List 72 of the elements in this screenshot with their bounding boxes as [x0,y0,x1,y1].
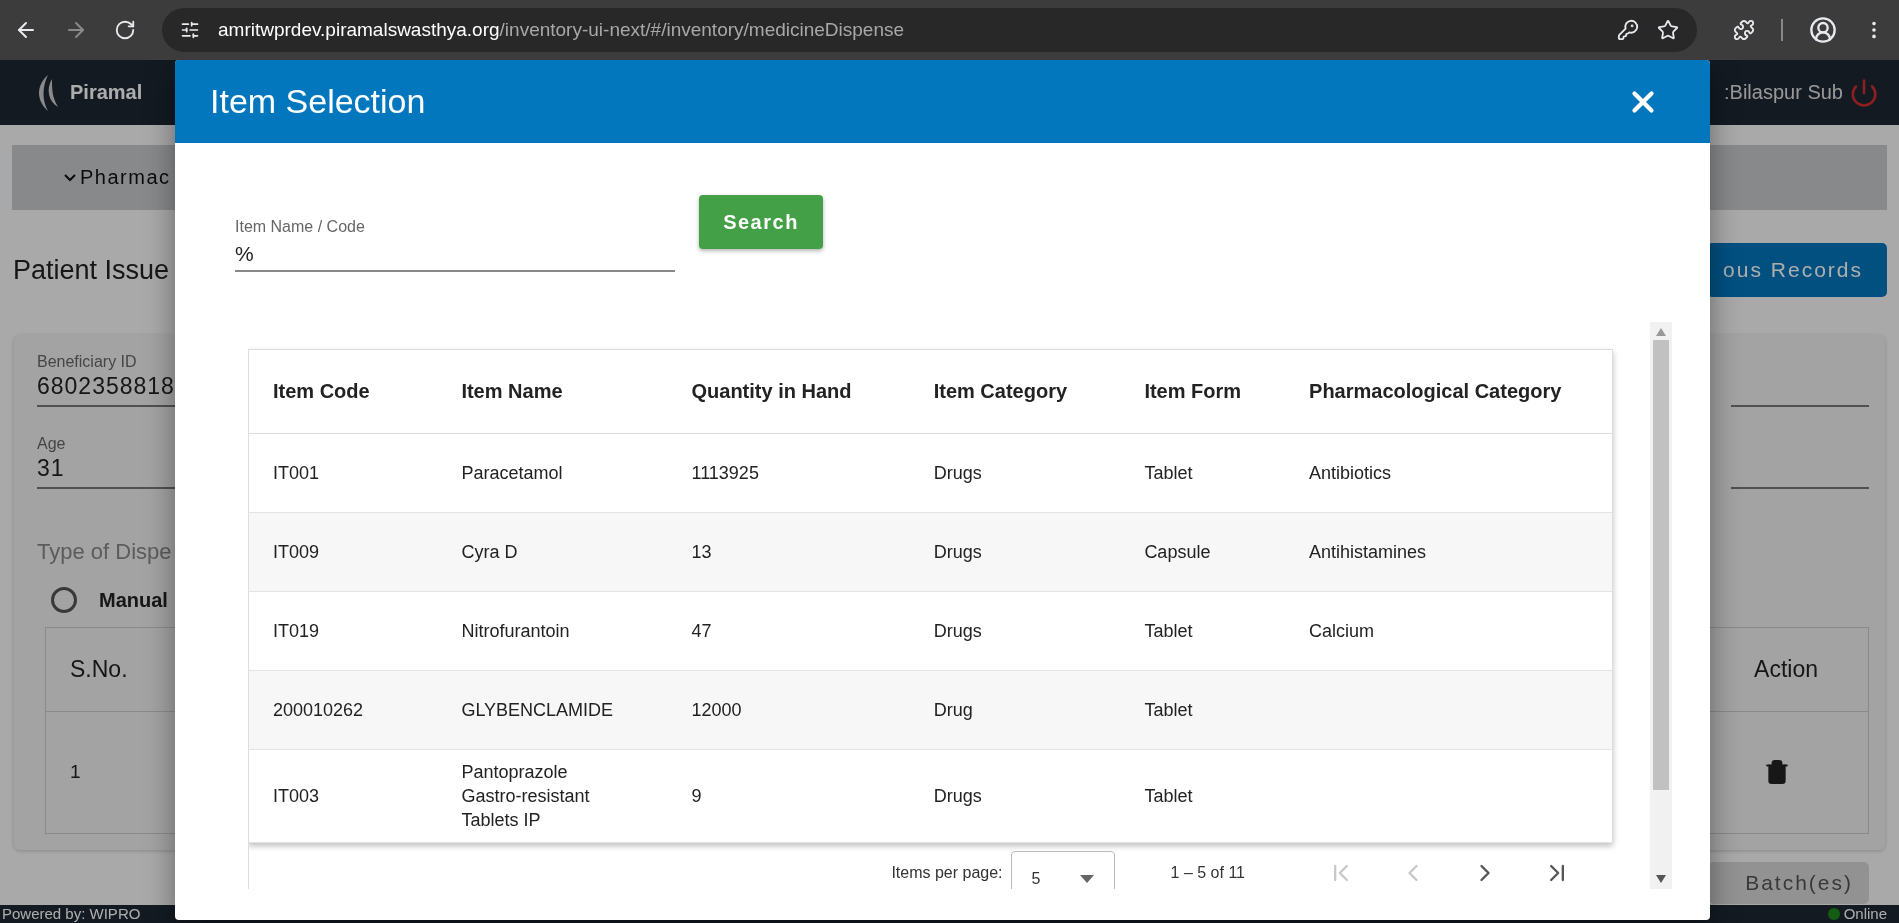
extensions-icon[interactable] [1733,19,1755,41]
table-cell: 13 [667,512,910,592]
url-text: amritwprdev.piramalswasthya.org/inventory-ui-next/#/inventory/medicineDispense [218,19,905,41]
table-row[interactable]: IT001 Paracetamol 1113925 Drugs Tablet Antibiotics [248,433,1613,513]
delete-icon[interactable] [1764,759,1790,785]
status-dot [1827,908,1840,920]
batch-button[interactable]: Batch(es) [1709,862,1869,904]
reload-icon[interactable] [114,19,136,41]
dialog-title: Item Selection [210,82,426,121]
table-cell: IT003 [248,749,438,843]
table-cell: 1 [70,761,81,783]
table-cell: Tablet [1120,591,1286,671]
table-cell: GLYBENCLAMIDE [437,670,668,750]
scrollbar[interactable] [1650,322,1672,889]
table-cell: 12000 [667,670,910,750]
field-label: Type of Dispe [37,539,172,565]
table-cell: Tablet [1120,433,1286,513]
table-cell: Drugs [909,591,1121,671]
records-button[interactable]: ous Records [1707,243,1887,297]
table-cell: 1113925 [667,433,910,513]
table-cell: Calcium [1285,591,1613,671]
table-cell: Antihistamines [1285,512,1613,592]
items-per-page-label: Items per page: [891,864,1003,882]
table-cell: Paracetamol [437,433,668,513]
table-cell: IT009 [248,512,438,592]
input-field[interactable]: Item Name / Code % [235,195,675,272]
address-bar[interactable]: amritwprdev.piramalswasthya.org/inventory-ui-next/#/inventory/medicineDispense [162,8,1697,52]
table-cell: Drug [909,670,1121,750]
table-cell: Tablet [1120,670,1286,750]
table-cell: 9 [667,749,910,843]
radio-button[interactable] [51,587,77,613]
table-row[interactable]: IT019 Nitrofurantoin 47 Drugs Tablet Calcium [248,591,1613,671]
column-header: Item Name [437,349,668,434]
site-settings-icon[interactable] [180,20,200,40]
location-text: :Bilaspur Sub [1724,81,1843,104]
table-row[interactable]: IT003 Pantoprazole Gastro-resistant Tablets IP 9 Drugs Tablet [248,749,1613,843]
footer-text: Powered by: WIPRO [2,905,141,923]
range-text: 1 – 5 of 11 [1170,864,1245,882]
dropdown-icon [1079,875,1094,883]
table-cell: Cyra D [437,512,668,592]
page-size-select[interactable]: 5 [1010,851,1115,889]
table-cell: Drugs [909,512,1121,592]
star-icon[interactable] [1657,19,1679,41]
table-cell: 200010262 [248,670,438,750]
key-icon[interactable] [1617,19,1639,41]
table-cell: 47 [667,591,910,671]
table-cell: IT001 [248,433,438,513]
table-cell: Antibiotics [1285,433,1613,513]
column-header: Item Code [248,349,438,434]
table-cell: Drugs [909,433,1121,513]
column-header: Item Form [1120,349,1286,434]
column-header: Item Category [909,349,1121,434]
profile-icon[interactable] [1809,16,1837,44]
brand-name: Piramal [70,81,143,104]
table-cell: Tablet [1120,749,1286,843]
table-cell: Nitrofurantoin [437,591,668,671]
column-header: Action [1754,656,1818,683]
section-toggle[interactable]: Pharmac [64,166,171,189]
page-title: Patient Issue [13,254,170,286]
status-text: Online [1843,905,1887,923]
scroll-down-icon[interactable] [1656,875,1666,883]
table-cell: Pantoprazole Gastro-resistant Tablets IP [437,749,668,843]
table-cell: IT019 [248,591,438,671]
column-header: S.No. [70,656,128,683]
table-row[interactable]: IT009 Cyra D 13 Drugs Capsule Antihistamines [248,512,1613,592]
table-cell: Drugs [909,749,1121,843]
column-header: Quantity in Hand [667,349,910,434]
table-row[interactable]: 200010262 GLYBENCLAMIDE 12000 Drug Tablet [248,670,1613,750]
radio-label[interactable]: Manual [99,588,168,612]
column-header: Pharmacological Category [1285,349,1613,434]
chevron-icon [64,173,76,182]
table-cell: Capsule [1120,512,1286,592]
